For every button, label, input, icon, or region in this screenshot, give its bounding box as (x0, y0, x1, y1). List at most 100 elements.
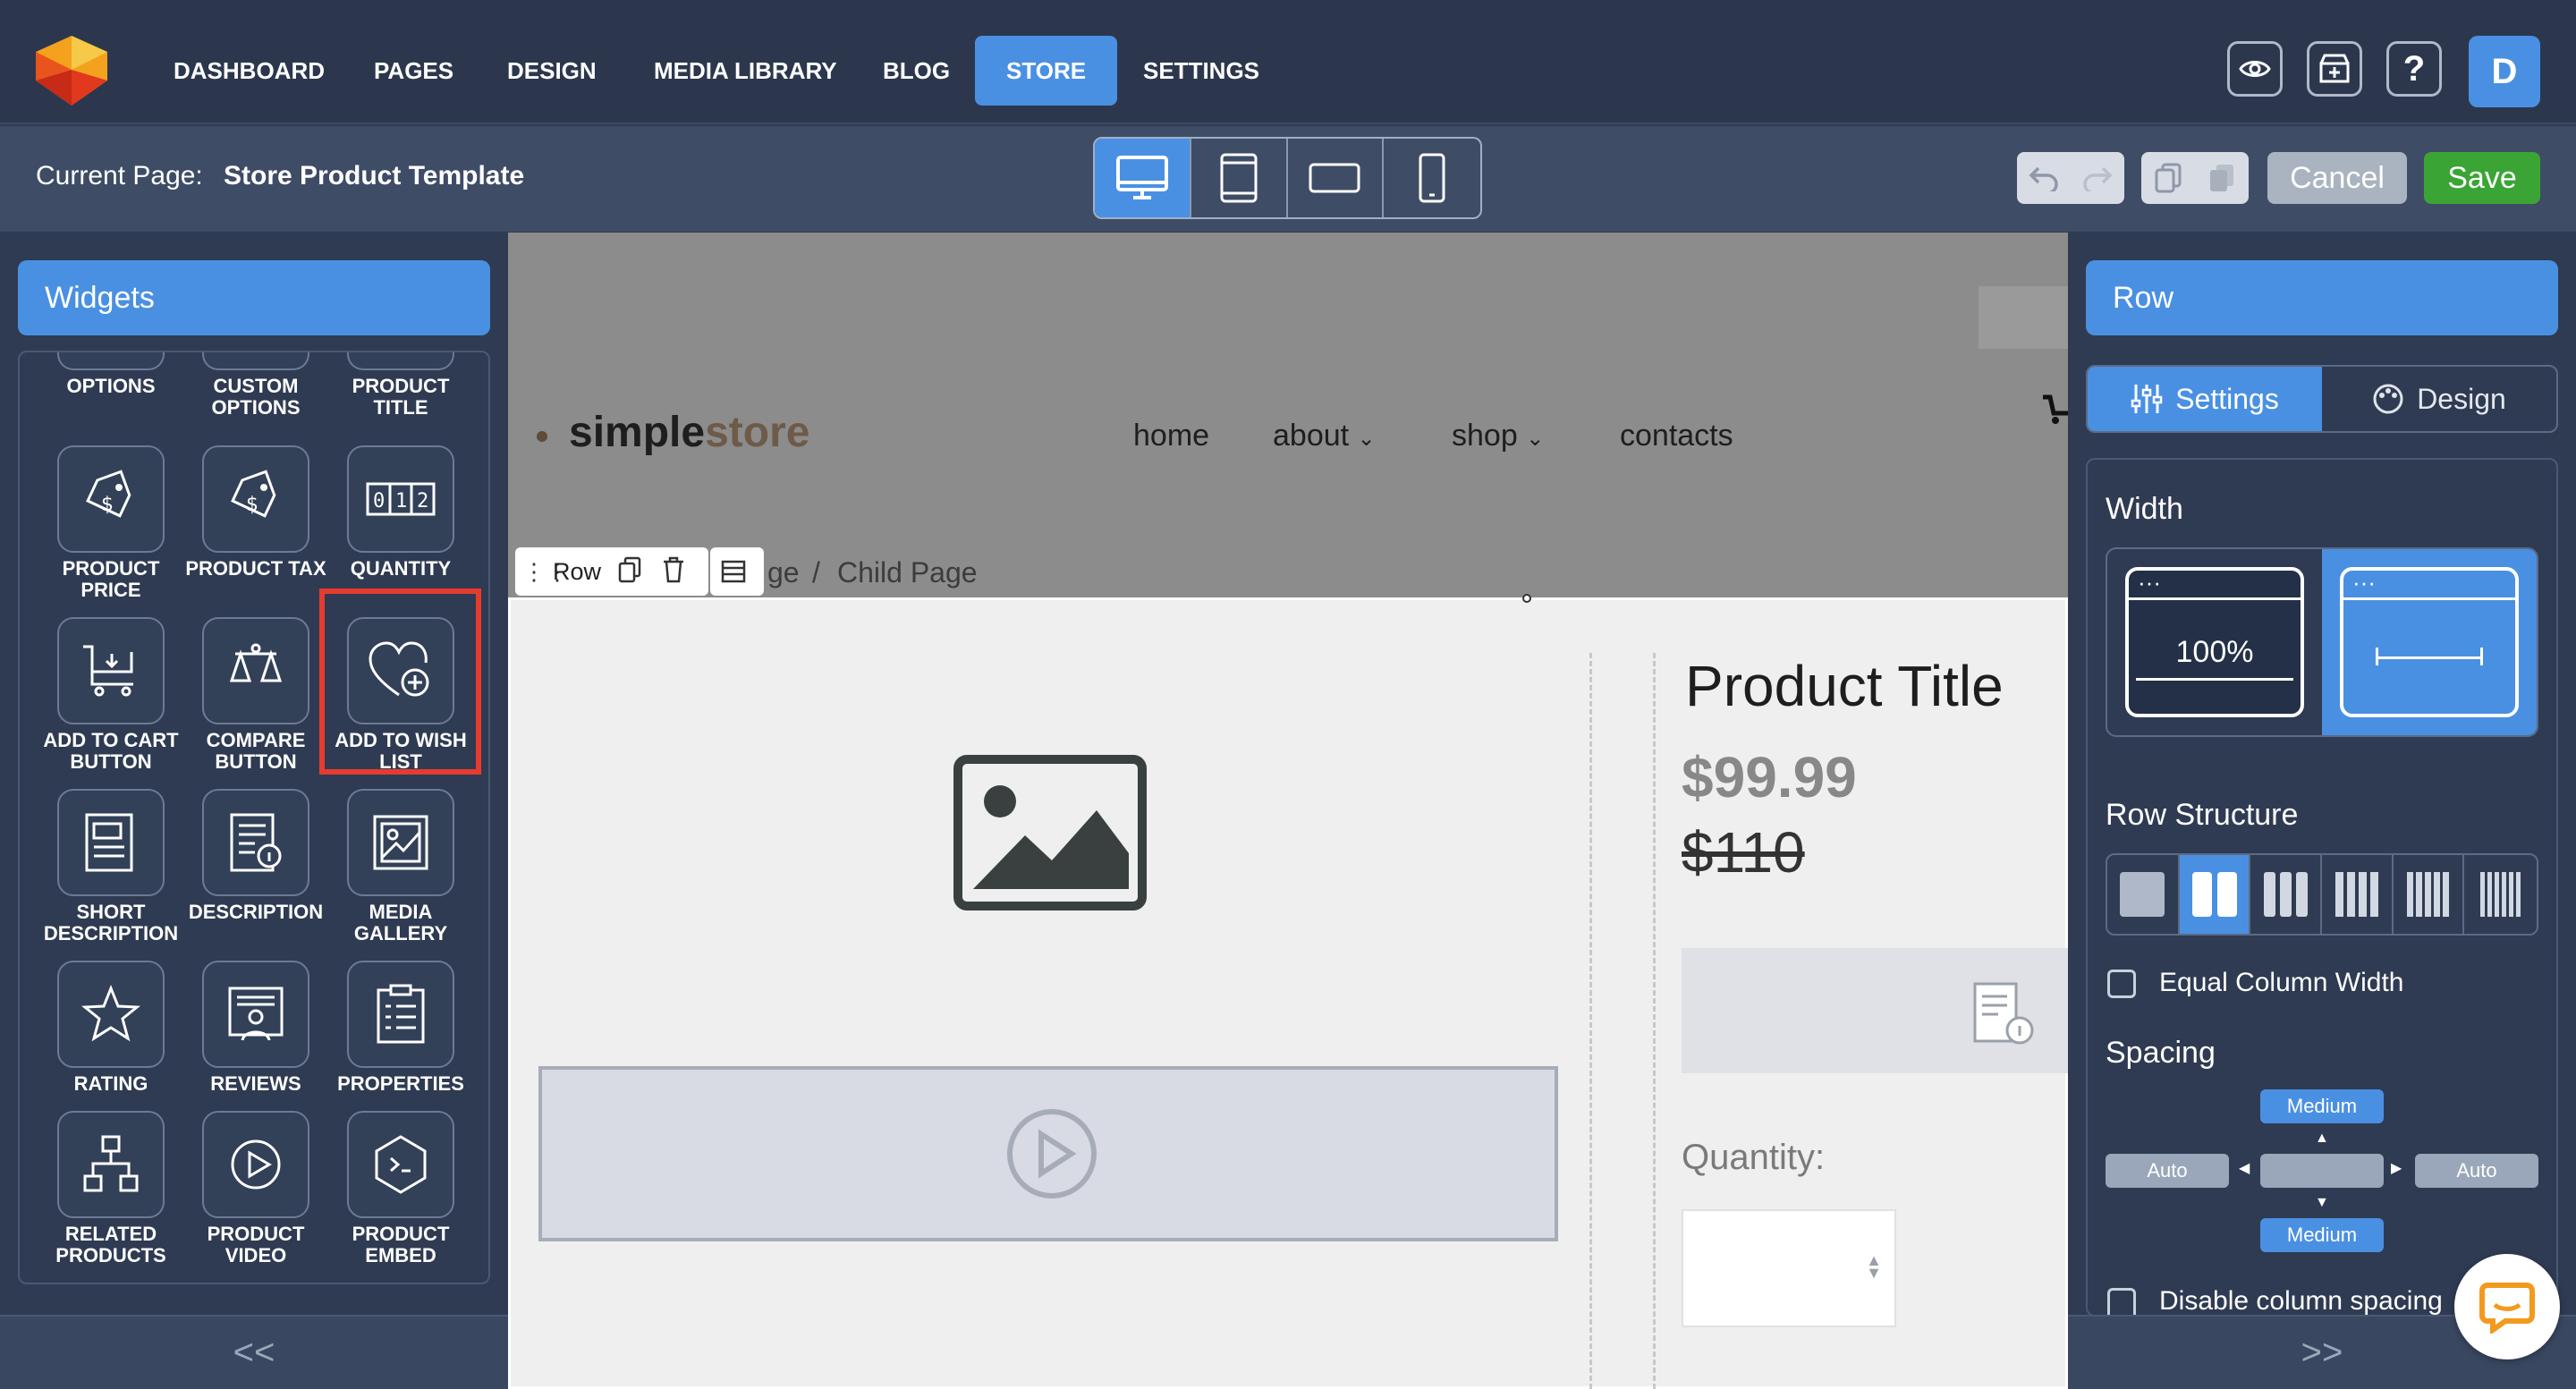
tab-design[interactable]: Design (2322, 367, 2556, 431)
nav-media-library[interactable]: MEDIA LIBRARY (654, 36, 837, 106)
widget-label: PRODUCT TITLE (352, 375, 450, 419)
copy-icon[interactable] (2141, 162, 2195, 194)
desktop-icon[interactable] (1095, 139, 1191, 217)
spacing-right[interactable]: Auto (2415, 1154, 2538, 1188)
help-icon[interactable]: ? (2386, 41, 2442, 97)
nav-pages[interactable]: PAGES (374, 36, 453, 106)
widgets-grid: OPTIONS CUSTOM OPTIONS PRODUCT TITLE $ P… (18, 351, 490, 1284)
widget-product-title[interactable]: PRODUCT TITLE (329, 352, 472, 419)
scales-icon (202, 617, 309, 724)
tablet-icon[interactable] (1191, 139, 1288, 217)
nav-design[interactable]: DESIGN (507, 36, 597, 106)
embed-icon (347, 1111, 454, 1218)
widget-media-gallery[interactable]: MEDIA GALLERY (329, 789, 472, 944)
tax-tag-icon: $ (202, 445, 309, 553)
product-title[interactable]: Product Title (1685, 653, 2004, 719)
current-page-value: Store Product Template (224, 161, 525, 191)
widget-description[interactable]: DESCRIPTION (184, 789, 327, 923)
related-icon (57, 1111, 165, 1218)
widget-label: DESCRIPTION (188, 901, 324, 923)
structure-4-col[interactable] (2322, 855, 2394, 934)
menu-home[interactable]: home (1133, 419, 1209, 453)
widget-quantity[interactable]: 012 QUANTITY (329, 445, 472, 580)
chat-support-icon[interactable] (2454, 1254, 2560, 1359)
widget-add-to-cart[interactable]: ADD TO CART BUTTON (39, 617, 182, 773)
mobile-icon[interactable] (1384, 139, 1480, 217)
quantity-stepper-icon[interactable]: ▲ ▼ (1866, 1252, 1882, 1281)
product-price[interactable]: $99.99 (1682, 744, 1857, 810)
widget-product-embed[interactable]: PRODUCT EMBED (329, 1111, 472, 1266)
spacing-left[interactable]: Auto (2106, 1154, 2229, 1188)
quantity-input[interactable]: ▲ ▼ (1682, 1209, 1896, 1327)
row-resize-handle[interactable] (1522, 594, 1531, 603)
quantity-label: Quantity: (1682, 1138, 1826, 1177)
equal-width-checkbox[interactable] (2107, 970, 2136, 998)
widget-label: PRODUCT TAX (185, 557, 326, 580)
save-button[interactable]: Save (2424, 152, 2540, 204)
duplicate-icon[interactable] (617, 556, 642, 583)
collapse-left-button[interactable]: << (0, 1315, 508, 1389)
description-placeholder[interactable] (1682, 948, 2068, 1073)
cart-icon[interactable] (2043, 390, 2068, 426)
widget-label: PROPERTIES (337, 1072, 464, 1095)
caret-up-icon: ▲ (2315, 1131, 2329, 1146)
widget-product-price[interactable]: $ PRODUCT PRICE (39, 445, 182, 601)
structure-6-col[interactable] (2464, 855, 2537, 934)
copy-paste-group (2141, 152, 2249, 204)
column-select[interactable] (710, 547, 764, 596)
user-avatar[interactable]: D (2469, 36, 2540, 107)
widget-related-products[interactable]: RELATED PRODUCTS (39, 1111, 182, 1266)
tablet-landscape-icon[interactable] (1288, 139, 1385, 217)
tab-settings[interactable]: Settings (2088, 367, 2322, 431)
cancel-button[interactable]: Cancel (2267, 152, 2407, 204)
widget-properties[interactable]: PROPERTIES (329, 961, 472, 1095)
store-add-icon[interactable] (2307, 41, 2362, 97)
widget-reviews[interactable]: REVIEWS (184, 961, 327, 1095)
play-icon (1005, 1107, 1098, 1200)
widget-compare[interactable]: COMPARE BUTTON (184, 617, 327, 773)
nav-blog[interactable]: BLOG (883, 36, 950, 106)
chevron-down-icon: ⌄ (1357, 427, 1376, 451)
image-placeholder-icon[interactable] (953, 755, 1147, 910)
eye-icon[interactable] (2227, 41, 2283, 97)
widget-options[interactable]: OPTIONS (39, 352, 182, 397)
spacing-top[interactable]: Medium (2260, 1089, 2384, 1123)
width-full-option[interactable]: ··· 100% (2107, 549, 2322, 735)
menu-about[interactable]: about ⌄ (1273, 419, 1376, 453)
nav-store[interactable]: STORE (975, 36, 1118, 106)
structure-3-col[interactable] (2250, 855, 2323, 934)
undo-icon[interactable] (2017, 165, 2071, 191)
widget-label: OPTIONS (66, 375, 156, 397)
product-old-price[interactable]: $110 (1682, 819, 1805, 885)
redo-icon[interactable] (2071, 165, 2124, 191)
menu-contacts[interactable]: contacts (1620, 419, 1733, 453)
widget-custom-options[interactable]: CUSTOM OPTIONS (184, 352, 327, 419)
video-placeholder[interactable] (538, 1066, 1558, 1241)
structure-5-col[interactable] (2394, 855, 2465, 934)
description-icon (1970, 980, 2050, 1048)
disable-spacing-checkbox[interactable] (2107, 1288, 2136, 1315)
widget-short-description[interactable]: SHORT DESCRIPTION (39, 789, 182, 944)
widget-label: RELATED PRODUCTS (55, 1223, 166, 1266)
structure-2-col[interactable] (2179, 855, 2251, 934)
nav-dashboard[interactable]: DASHBOARD (174, 36, 325, 106)
widget-label: COMPARE BUTTON (206, 729, 306, 773)
tab-design-label: Design (2417, 382, 2506, 415)
breadcrumb-parent[interactable]: ge (767, 556, 800, 589)
spacing-center[interactable] (2260, 1154, 2384, 1188)
width-boxed-option[interactable]: ··· (2322, 549, 2537, 735)
structure-1-col[interactable] (2107, 855, 2180, 934)
brand-logo[interactable]: simplestore (569, 408, 809, 457)
widget-product-video[interactable]: PRODUCT VIDEO (184, 1111, 327, 1266)
spacing-bottom[interactable]: Medium (2260, 1218, 2384, 1252)
nav-settings[interactable]: SETTINGS (1143, 36, 1259, 106)
delete-icon[interactable] (662, 556, 685, 583)
header-search-box[interactable] (1979, 286, 2068, 349)
widget-product-tax[interactable]: $ PRODUCT TAX (184, 445, 327, 580)
reviews-icon (202, 961, 309, 1068)
widget-rating[interactable]: RATING (39, 961, 182, 1095)
menu-shop[interactable]: shop ⌄ (1452, 419, 1544, 453)
paste-icon[interactable] (2195, 162, 2249, 194)
app-logo[interactable] (34, 34, 109, 107)
price-tag-icon: $ (57, 445, 165, 553)
